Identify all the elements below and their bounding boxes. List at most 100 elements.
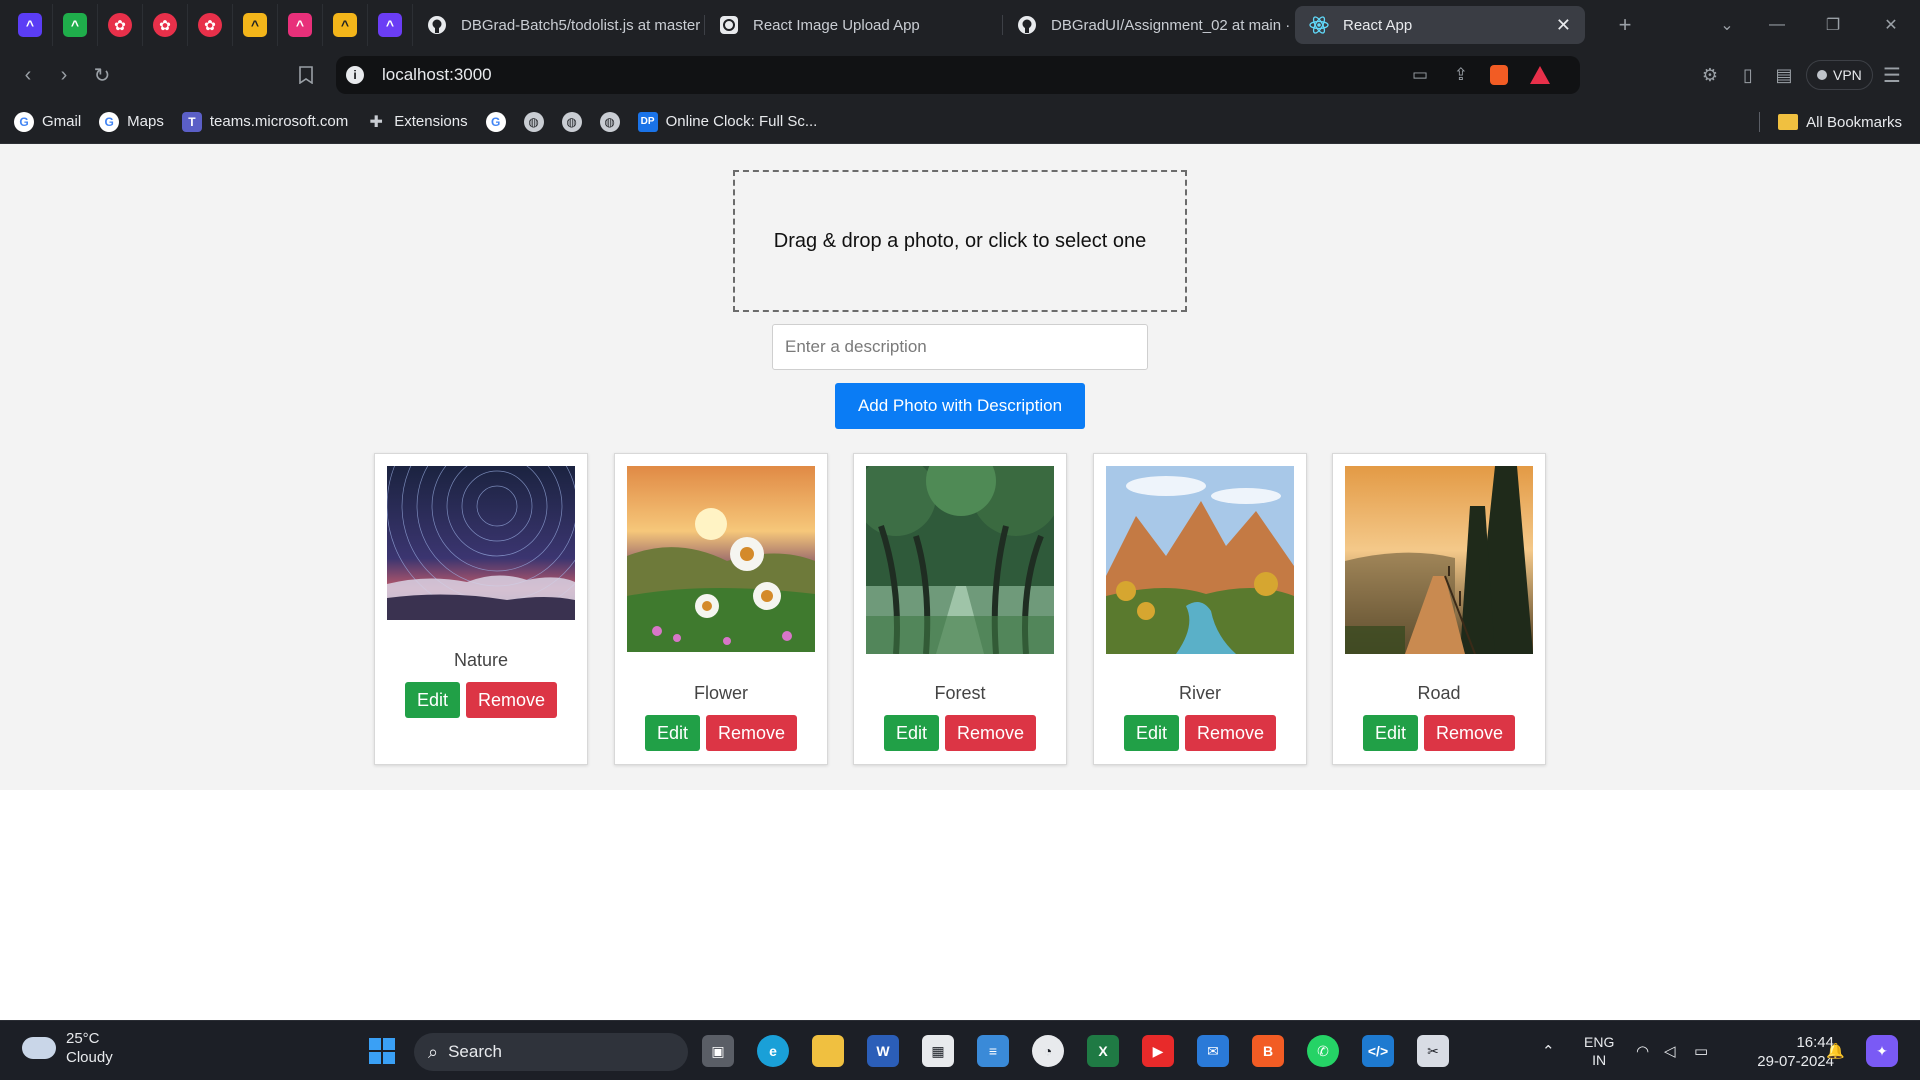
copilot-icon[interactable]: ✦ bbox=[1866, 1035, 1898, 1067]
pinned-tab[interactable]: ^ bbox=[8, 4, 53, 46]
google-icon: G bbox=[14, 111, 34, 132]
bookmark-maps[interactable]: G Maps bbox=[99, 111, 164, 132]
bookmark-google[interactable]: G bbox=[485, 111, 506, 132]
system-clock[interactable]: 16:44 29-07-2024 bbox=[1757, 1033, 1834, 1071]
bookmark-globe[interactable]: ◍ bbox=[561, 111, 582, 132]
github-icon bbox=[427, 15, 447, 35]
excel-icon[interactable]: X bbox=[1087, 1035, 1119, 1067]
photo-card: Forest Edit Remove bbox=[853, 453, 1067, 765]
bookmark-globe[interactable]: ◍ bbox=[599, 111, 620, 132]
edge-icon[interactable]: e bbox=[757, 1035, 789, 1067]
tab-search-chevron-icon[interactable]: ⌄ bbox=[1704, 0, 1750, 50]
task-view-icon[interactable]: ▣ bbox=[702, 1035, 734, 1067]
tab-todolist[interactable]: DBGrad-Batch5/todolist.js at master bbox=[413, 6, 705, 44]
show-hidden-icons[interactable]: ⌃ bbox=[1542, 1021, 1555, 1080]
remove-button[interactable]: Remove bbox=[466, 682, 558, 718]
photo-title: Road bbox=[1417, 683, 1461, 703]
vscode-icon[interactable]: </> bbox=[1362, 1035, 1394, 1067]
taskbar-search[interactable]: ⌕ Search bbox=[414, 1033, 688, 1071]
edit-button[interactable]: Edit bbox=[404, 682, 460, 718]
edit-button[interactable]: Edit bbox=[883, 715, 939, 751]
brave-icon[interactable]: B bbox=[1252, 1035, 1284, 1067]
pinned-tabs: ^ ^ ✿ ✿ ✿ ^ ^ ^ ^ bbox=[0, 0, 413, 50]
battery-icon[interactable]: ▭ bbox=[1694, 1021, 1708, 1080]
bookmark-gmail[interactable]: G Gmail bbox=[14, 111, 81, 132]
brave-shield-icon[interactable] bbox=[1490, 65, 1508, 85]
google-icon: G bbox=[99, 111, 120, 132]
mail-icon[interactable]: ✉ bbox=[1197, 1035, 1229, 1067]
tab-react-app[interactable]: React App ✕ bbox=[1295, 6, 1585, 44]
pinned-tab[interactable]: ^ bbox=[368, 4, 413, 46]
sidebar-icon[interactable]: ▯ bbox=[1730, 57, 1766, 93]
close-tab-icon[interactable]: ✕ bbox=[1556, 15, 1571, 36]
minimize-icon[interactable]: — bbox=[1754, 0, 1800, 50]
bookmark-icon[interactable] bbox=[288, 57, 324, 93]
forward-icon[interactable]: › bbox=[46, 57, 82, 93]
tab-title: DBGradUI/Assignment_02 at main · bbox=[1051, 16, 1291, 34]
whatsapp-icon[interactable]: ✆ bbox=[1307, 1035, 1339, 1067]
tab-react-image-upload[interactable]: React Image Upload App bbox=[705, 6, 1003, 44]
photo-dropzone[interactable]: Drag & drop a photo, or click to select … bbox=[733, 170, 1187, 312]
description-input[interactable] bbox=[772, 324, 1148, 370]
add-photo-button[interactable]: Add Photo with Description bbox=[835, 383, 1085, 429]
weather-widget[interactable]: 25°C Cloudy bbox=[22, 1029, 113, 1067]
wallet-icon[interactable]: ▤ bbox=[1766, 57, 1802, 93]
restore-icon[interactable]: ❐ bbox=[1810, 0, 1856, 50]
address-bar[interactable]: i localhost:3000 ▭ ⇪ bbox=[336, 56, 1580, 94]
youtube-icon[interactable]: ▶ bbox=[1142, 1035, 1174, 1067]
clock-app-icon[interactable]: ◔ bbox=[1032, 1035, 1064, 1067]
extensions-icon[interactable]: ⚙ bbox=[1692, 57, 1728, 93]
remove-button[interactable]: Remove bbox=[945, 715, 1037, 751]
language-indicator[interactable]: ENG IN bbox=[1584, 1021, 1614, 1080]
file-explorer-icon[interactable] bbox=[812, 1035, 844, 1067]
pinned-tab[interactable]: ✿ bbox=[143, 4, 188, 46]
all-bookmarks[interactable]: All Bookmarks bbox=[1759, 100, 1902, 144]
remove-button[interactable]: Remove bbox=[1424, 715, 1516, 751]
notification-bell-icon[interactable]: 🔔 bbox=[1826, 1021, 1845, 1080]
photo-card: Road Edit Remove bbox=[1332, 453, 1546, 765]
vpn-button[interactable]: VPN bbox=[1806, 60, 1873, 90]
edit-button[interactable]: Edit bbox=[644, 715, 700, 751]
remove-button[interactable]: Remove bbox=[1185, 715, 1277, 751]
bookmarks-bar: G Gmail G Maps Tteams.microsoft.com ✚ Exten… bbox=[0, 100, 1920, 144]
edit-button[interactable]: Edit bbox=[1362, 715, 1418, 751]
snipping-tool-icon[interactable]: ✂ bbox=[1417, 1035, 1449, 1067]
photo-card: Flower Edit Remove bbox=[614, 453, 828, 765]
github-icon bbox=[1017, 15, 1037, 35]
cast-icon[interactable]: ▭ bbox=[1412, 65, 1428, 85]
pinned-tab[interactable]: ^ bbox=[278, 4, 323, 46]
bookmark-extensions[interactable]: ✚ Extensions bbox=[366, 112, 468, 132]
word-icon[interactable]: W bbox=[867, 1035, 899, 1067]
close-window-icon[interactable]: ✕ bbox=[1868, 0, 1914, 50]
volume-icon[interactable]: ◁ bbox=[1664, 1021, 1676, 1080]
menu-icon[interactable]: ☰ bbox=[1874, 57, 1910, 93]
bookmark-online-clock[interactable]: DP Online Clock: Full Sc... bbox=[637, 111, 817, 132]
pinned-tab[interactable]: ^ bbox=[233, 4, 278, 46]
pinned-tab[interactable]: ✿ bbox=[98, 4, 143, 46]
brave-rewards-icon[interactable] bbox=[1530, 66, 1550, 84]
photo-image-flower bbox=[627, 466, 815, 652]
browser-tab-bar: ^ ^ ✿ ✿ ✿ ^ ^ ^ ^ DBGrad-Batch5/todolist… bbox=[0, 0, 1920, 50]
site-info-icon[interactable]: i bbox=[346, 66, 364, 84]
back-icon[interactable]: ‹ bbox=[10, 57, 46, 93]
pinned-tab[interactable]: ^ bbox=[323, 4, 368, 46]
windows-taskbar: 25°C Cloudy ⌕ Search ▣ e W ▦ ≡ ◔ X ▶ ✉ B… bbox=[0, 1020, 1920, 1080]
tab-assignment[interactable]: DBGradUI/Assignment_02 at main · bbox=[1003, 6, 1295, 44]
store-icon[interactable]: ▦ bbox=[922, 1035, 954, 1067]
app-red-icon: ✿ bbox=[153, 13, 177, 37]
app-red-icon: ✿ bbox=[198, 13, 222, 37]
bookmark-teams[interactable]: Tteams.microsoft.com bbox=[181, 111, 348, 132]
wifi-icon[interactable]: ◠ bbox=[1636, 1021, 1649, 1080]
edit-button[interactable]: Edit bbox=[1123, 715, 1179, 751]
new-tab-button[interactable]: + bbox=[1602, 0, 1648, 50]
pinned-tab[interactable]: ^ bbox=[53, 4, 98, 46]
bookmark-globe[interactable]: ◍ bbox=[523, 111, 544, 132]
pinned-tab[interactable]: ✿ bbox=[188, 4, 233, 46]
notepad-icon[interactable]: ≡ bbox=[977, 1035, 1009, 1067]
photo-image-nature bbox=[387, 466, 575, 620]
share-icon[interactable]: ⇪ bbox=[1454, 65, 1468, 85]
reload-icon[interactable]: ↻ bbox=[84, 57, 120, 93]
remove-button[interactable]: Remove bbox=[706, 715, 798, 751]
windows-start-icon[interactable] bbox=[366, 1035, 398, 1067]
app-red-icon: ✿ bbox=[108, 13, 132, 37]
